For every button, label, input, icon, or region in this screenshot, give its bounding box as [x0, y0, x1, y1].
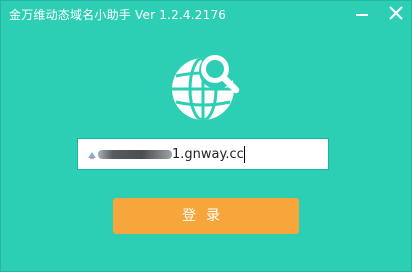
close-button[interactable] [383, 3, 409, 23]
minimize-button[interactable] [349, 3, 375, 23]
host-input[interactable] [172, 142, 322, 166]
window-title: 金万维动态域名小助手 Ver 1.2.4.2176 [9, 8, 227, 22]
host-field[interactable] [77, 138, 329, 170]
close-icon [389, 6, 403, 20]
host-type-icon [88, 152, 96, 159]
login-button[interactable]: 登录 [113, 198, 299, 234]
globe-search-icon [172, 53, 240, 120]
app-window: 金万维动态域名小助手 Ver 1.2.4.2176 1.gnway.cc 登录 [0, 0, 412, 272]
text-caret [244, 146, 245, 163]
redacted-text [98, 150, 172, 159]
